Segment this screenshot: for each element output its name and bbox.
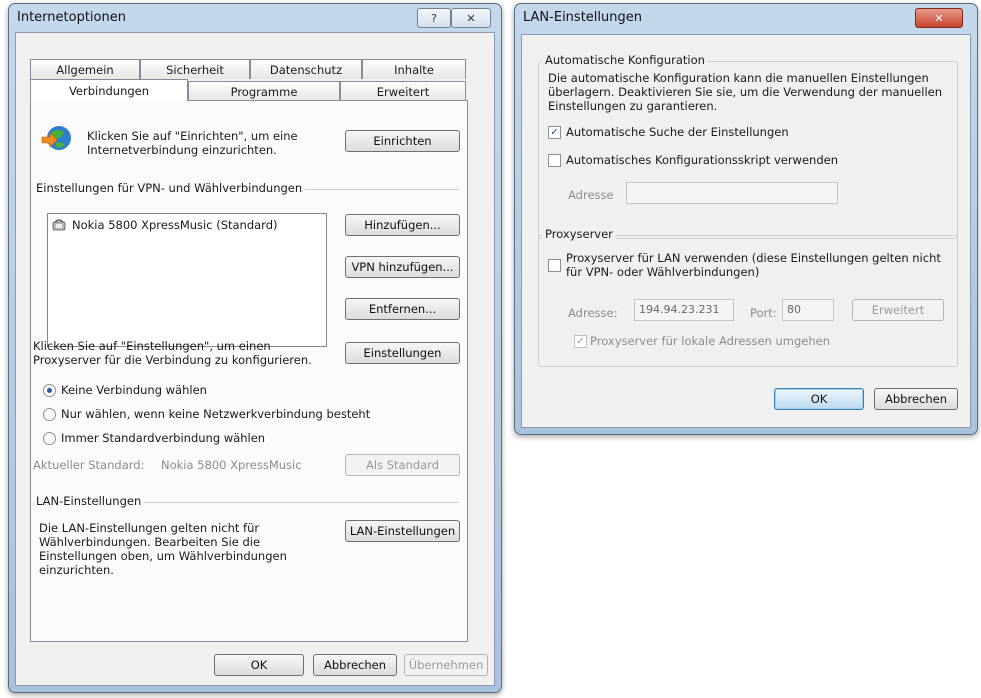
title-bar[interactable]: LAN-Einstellungen ✕ <box>515 4 977 32</box>
script-address-input[interactable] <box>626 182 838 204</box>
lan-dialog-client-area: Automatische Konfiguration Die automatis… <box>521 34 971 428</box>
auto-config-group-title: Automatische Konfiguration <box>542 53 708 67</box>
remove-button[interactable]: Entfernen... <box>345 298 460 320</box>
ok-button[interactable]: OK <box>774 388 864 410</box>
window-title: LAN-Einstellungen <box>523 10 642 25</box>
proxy-address-input[interactable]: 194.94.23.231 <box>634 299 734 321</box>
close-button[interactable]: ✕ <box>915 8 963 28</box>
port-label: Port: <box>750 306 777 320</box>
checkbox[interactable]: ✓ <box>548 126 561 139</box>
checkbox-label: Proxyserver für LAN verwenden (diese Ein… <box>566 251 941 279</box>
vpn-group-title: Einstellungen für VPN- und Wählverbindun… <box>33 181 306 195</box>
checkbox-label: Automatische Suche der Einstellungen <box>566 125 789 139</box>
radio-option-nur-waehlen[interactable]: Nur wählen, wenn keine Netzwerkverbindun… <box>43 407 403 423</box>
checkbox-label: Automatisches Konfigurationsskript verwe… <box>566 153 838 167</box>
tab-inhalte[interactable]: Inhalte <box>362 59 466 79</box>
ok-button[interactable]: OK <box>214 654 304 676</box>
close-icon: ✕ <box>466 11 476 25</box>
lan-description: Die LAN-Einstellungen gelten nicht für W… <box>39 521 287 577</box>
add-button[interactable]: Hinzufügen... <box>345 214 460 236</box>
current-default-label: Aktueller Standard: <box>33 458 145 472</box>
radio-button[interactable] <box>43 432 56 445</box>
radio-button[interactable] <box>43 408 56 421</box>
bypass-option[interactable]: ✓ Proxyserver für lokale Adressen umgehe… <box>574 334 874 350</box>
tab-verbindungen[interactable]: Verbindungen <box>30 79 188 101</box>
help-button[interactable]: ? <box>417 8 451 28</box>
auto-script-option[interactable]: Automatisches Konfigurationsskript verwe… <box>548 153 928 169</box>
port-input[interactable]: 80 <box>782 299 834 321</box>
connection-item-label: Nokia 5800 XpressMusic (Standard) <box>72 218 278 232</box>
auto-config-description: Die automatische Konfiguration kann die … <box>548 71 943 113</box>
radio-button[interactable] <box>43 384 56 397</box>
checkbox[interactable] <box>548 154 561 167</box>
help-icon: ? <box>431 11 437 25</box>
lan-settings-window: LAN-Einstellungen ✕ Automatische Konfigu… <box>514 3 978 435</box>
settings-description: Klicken Sie auf "Einstellungen", um eine… <box>33 339 312 367</box>
checkbox[interactable]: ✓ <box>574 335 587 348</box>
einrichten-button[interactable]: Einrichten <box>345 130 460 152</box>
tab-programme[interactable]: Programme <box>188 81 340 101</box>
auto-detect-option[interactable]: ✓ Automatische Suche der Einstellungen <box>548 125 928 141</box>
cancel-button[interactable]: Abbrechen <box>313 654 397 676</box>
current-default-value: Nokia 5800 XpressMusic <box>161 458 302 472</box>
proxy-address-label: Adresse: <box>568 306 618 320</box>
radio-label: Nur wählen, wenn keine Netzwerkverbindun… <box>61 407 371 421</box>
close-icon: ✕ <box>934 11 944 25</box>
globe-icon <box>40 123 74 155</box>
checkbox-label: Proxyserver für lokale Adressen umgehen <box>590 334 830 348</box>
advanced-button[interactable]: Erweitert <box>852 299 944 321</box>
einstellungen-button[interactable]: Einstellungen <box>345 342 460 364</box>
radio-option-immer[interactable]: Immer Standardverbindung wählen <box>43 431 403 447</box>
setup-description: Klicken Sie auf "Einrichten", um eine In… <box>87 129 298 157</box>
add-vpn-button[interactable]: VPN hinzufügen... <box>345 256 460 278</box>
proxy-group-title: Proxyserver <box>542 227 616 241</box>
dialog-client-area: Allgemein Sicherheit Datenschutz Inhalte… <box>15 32 495 686</box>
radio-label: Keine Verbindung wählen <box>61 383 207 397</box>
list-item[interactable]: Nokia 5800 XpressMusic (Standard) <box>52 218 278 232</box>
window-title: Internetoptionen <box>17 10 126 25</box>
tab-sicherheit[interactable]: Sicherheit <box>140 59 250 79</box>
radio-option-keine[interactable]: Keine Verbindung wählen <box>43 383 403 399</box>
title-bar[interactable]: Internetoptionen ? ✕ <box>9 4 501 32</box>
proxy-use-option[interactable]: Proxyserver für LAN verwenden (diese Ein… <box>548 251 948 281</box>
tab-datenschutz[interactable]: Datenschutz <box>250 59 362 79</box>
lan-settings-button[interactable]: LAN-Einstellungen <box>345 520 460 542</box>
checkbox[interactable] <box>548 259 561 272</box>
lan-group-title: LAN-Einstellungen <box>33 494 145 508</box>
phone-icon <box>52 219 66 231</box>
address-label: Adresse <box>568 188 614 202</box>
tab-erweitert[interactable]: Erweitert <box>340 81 466 101</box>
tab-page-verbindungen: Klicken Sie auf "Einrichten", um eine In… <box>30 100 468 642</box>
cancel-button[interactable]: Abbrechen <box>874 388 958 410</box>
close-button[interactable]: ✕ <box>451 8 491 28</box>
apply-button[interactable]: Übernehmen <box>404 654 488 676</box>
tab-allgemein[interactable]: Allgemein <box>30 59 140 79</box>
connection-list[interactable]: Nokia 5800 XpressMusic (Standard) <box>47 213 327 347</box>
internet-options-window: Internetoptionen ? ✕ Allgemein Sicherhei… <box>8 3 502 693</box>
set-default-button[interactable]: Als Standard <box>345 454 460 476</box>
radio-label: Immer Standardverbindung wählen <box>61 431 266 445</box>
